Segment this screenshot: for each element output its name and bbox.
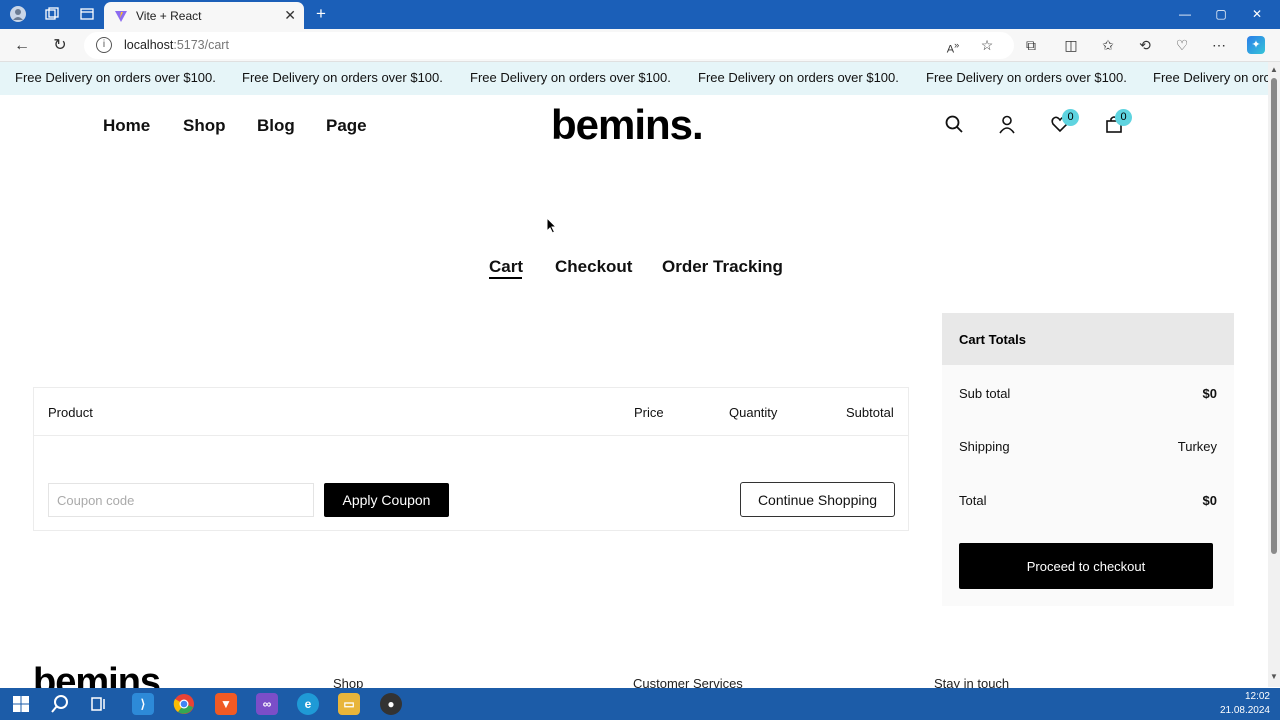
column-product: Product: [48, 405, 93, 420]
favorites-icon[interactable]: ✩: [1099, 36, 1117, 54]
clock-time: 12:02: [1244, 691, 1270, 702]
address-bar[interactable]: i localhost:5173/cart: [84, 32, 1014, 59]
tab-checkout[interactable]: Checkout: [555, 257, 632, 277]
browser-essentials-icon[interactable]: ♡: [1173, 36, 1191, 54]
window-close-icon[interactable]: ✕: [1242, 4, 1272, 24]
cart-totals-panel: Cart Totals Sub total $0 Shipping Turkey…: [942, 313, 1234, 606]
active-tab-underline: [489, 277, 522, 279]
edge-icon[interactable]: e: [297, 693, 319, 715]
browser-tab[interactable]: Vite + React ✕: [104, 2, 304, 29]
cart-totals-title: Cart Totals: [959, 332, 1026, 347]
copilot-icon[interactable]: ✦: [1247, 36, 1265, 54]
announcement-text: Free Delivery on orders over $100.: [15, 70, 216, 85]
footer-logo[interactable]: bemins.: [33, 664, 170, 688]
minimize-icon[interactable]: —: [1170, 4, 1200, 24]
nav-blog[interactable]: Blog: [257, 116, 295, 136]
chrome-icon[interactable]: [173, 693, 195, 715]
cart-table: Product Price Quantity Subtotal Apply Co…: [33, 387, 909, 531]
announcement-text: Free Delivery on orc: [1153, 70, 1268, 85]
footer-stay-in-touch-heading: Stay in touch: [934, 676, 1010, 688]
announcement-text: Free Delivery on orders over $100.: [698, 70, 899, 85]
announcement-text: Free Delivery on orders over $100.: [470, 70, 671, 85]
announcement-text: Free Delivery on orders over $100.: [926, 70, 1127, 85]
subtotal-label: Sub total: [959, 386, 1011, 401]
nav-home[interactable]: Home: [103, 116, 150, 136]
site-info-icon[interactable]: i: [96, 37, 112, 53]
refresh-icon[interactable]: ↻: [50, 36, 70, 56]
table-header-row: Product Price Quantity Subtotal: [34, 388, 908, 436]
workspaces-icon[interactable]: [44, 6, 60, 22]
favorite-star-icon[interactable]: ☆: [978, 36, 996, 54]
search-taskbar-icon[interactable]: [49, 693, 71, 715]
windows-taskbar: ⟩ ▼ ∞ e ▭ ● 12:02 21.08.2024: [0, 688, 1280, 720]
tab-order-tracking[interactable]: Order Tracking: [662, 257, 783, 277]
browser-titlebar: Vite + React ✕ + — ▢ ✕: [0, 0, 1280, 29]
task-view-icon[interactable]: [88, 693, 110, 715]
subtotal-value: $0: [1202, 386, 1217, 401]
url-text[interactable]: localhost:5173/cart: [124, 38, 229, 52]
column-price: Price: [634, 405, 664, 420]
cart-count-badge: 0: [1115, 109, 1132, 126]
visual-studio-icon[interactable]: ∞: [256, 693, 278, 715]
cart-totals-header: Cart Totals: [942, 313, 1234, 365]
file-explorer-icon[interactable]: ▭: [338, 693, 360, 715]
shipping-value: Turkey: [1177, 439, 1217, 454]
wishlist-count-badge: 0: [1062, 109, 1079, 126]
browser-toolbar: ← ↻ i localhost:5173/cart A» ☆ ⧉ ◫ ✩ ⟲ ♡…: [0, 29, 1280, 62]
announcement-text: Free Delivery on orders over $100.: [242, 70, 443, 85]
shipping-label: Shipping: [959, 439, 1010, 454]
site-logo[interactable]: bemins.: [551, 101, 704, 149]
total-value: $0: [1202, 493, 1217, 508]
coupon-code-input[interactable]: [48, 483, 314, 517]
read-aloud-icon[interactable]: A»: [944, 36, 962, 56]
proceed-to-checkout-button[interactable]: Proceed to checkout: [959, 543, 1213, 589]
tab-close-icon[interactable]: ✕: [284, 7, 296, 24]
tab-title: Vite + React: [136, 8, 202, 23]
vscode-icon[interactable]: ⟩: [132, 693, 154, 715]
footer-customer-services-heading: Customer Services: [633, 676, 743, 688]
vite-favicon-icon: [115, 10, 127, 22]
maximize-icon[interactable]: ▢: [1206, 4, 1236, 24]
split-screen-icon[interactable]: ◫: [1062, 36, 1080, 54]
back-icon[interactable]: ←: [12, 36, 32, 56]
profile-icon[interactable]: [10, 6, 26, 22]
nav-page[interactable]: Page: [326, 116, 367, 136]
extensions-icon[interactable]: ⧉: [1022, 36, 1040, 54]
page-scrollbar[interactable]: ▲ ▼: [1268, 62, 1280, 687]
mouse-cursor-icon: [546, 217, 558, 234]
clock-date: 21.08.2024: [1219, 705, 1270, 716]
search-icon[interactable]: [944, 114, 964, 134]
announcement-bar: Free Delivery on orders over $100. Free …: [0, 62, 1268, 95]
more-options-icon[interactable]: ⋯: [1210, 36, 1228, 54]
brave-icon[interactable]: ▼: [215, 693, 237, 715]
column-quantity: Quantity: [729, 405, 778, 420]
footer-shop-heading: Shop: [333, 676, 364, 688]
apply-coupon-button[interactable]: Apply Coupon: [324, 483, 449, 517]
system-clock[interactable]: 12:02 21.08.2024: [1220, 690, 1270, 718]
vertical-tabs-icon[interactable]: [79, 6, 95, 22]
windows-start-icon[interactable]: [10, 693, 32, 715]
account-icon[interactable]: [997, 114, 1017, 134]
nav-shop[interactable]: Shop: [183, 116, 226, 136]
new-tab-icon[interactable]: +: [313, 5, 329, 22]
continue-shopping-button[interactable]: Continue Shopping: [740, 482, 895, 517]
total-label: Total: [959, 493, 987, 508]
obs-icon[interactable]: ●: [380, 693, 402, 715]
history-icon[interactable]: ⟲: [1136, 36, 1154, 54]
scrollbar-thumb[interactable]: [1271, 78, 1277, 554]
tab-cart[interactable]: Cart: [489, 257, 523, 277]
scroll-down-icon[interactable]: ▼: [1270, 672, 1278, 681]
column-subtotal: Subtotal: [846, 405, 894, 420]
scroll-up-icon[interactable]: ▲: [1270, 65, 1278, 74]
